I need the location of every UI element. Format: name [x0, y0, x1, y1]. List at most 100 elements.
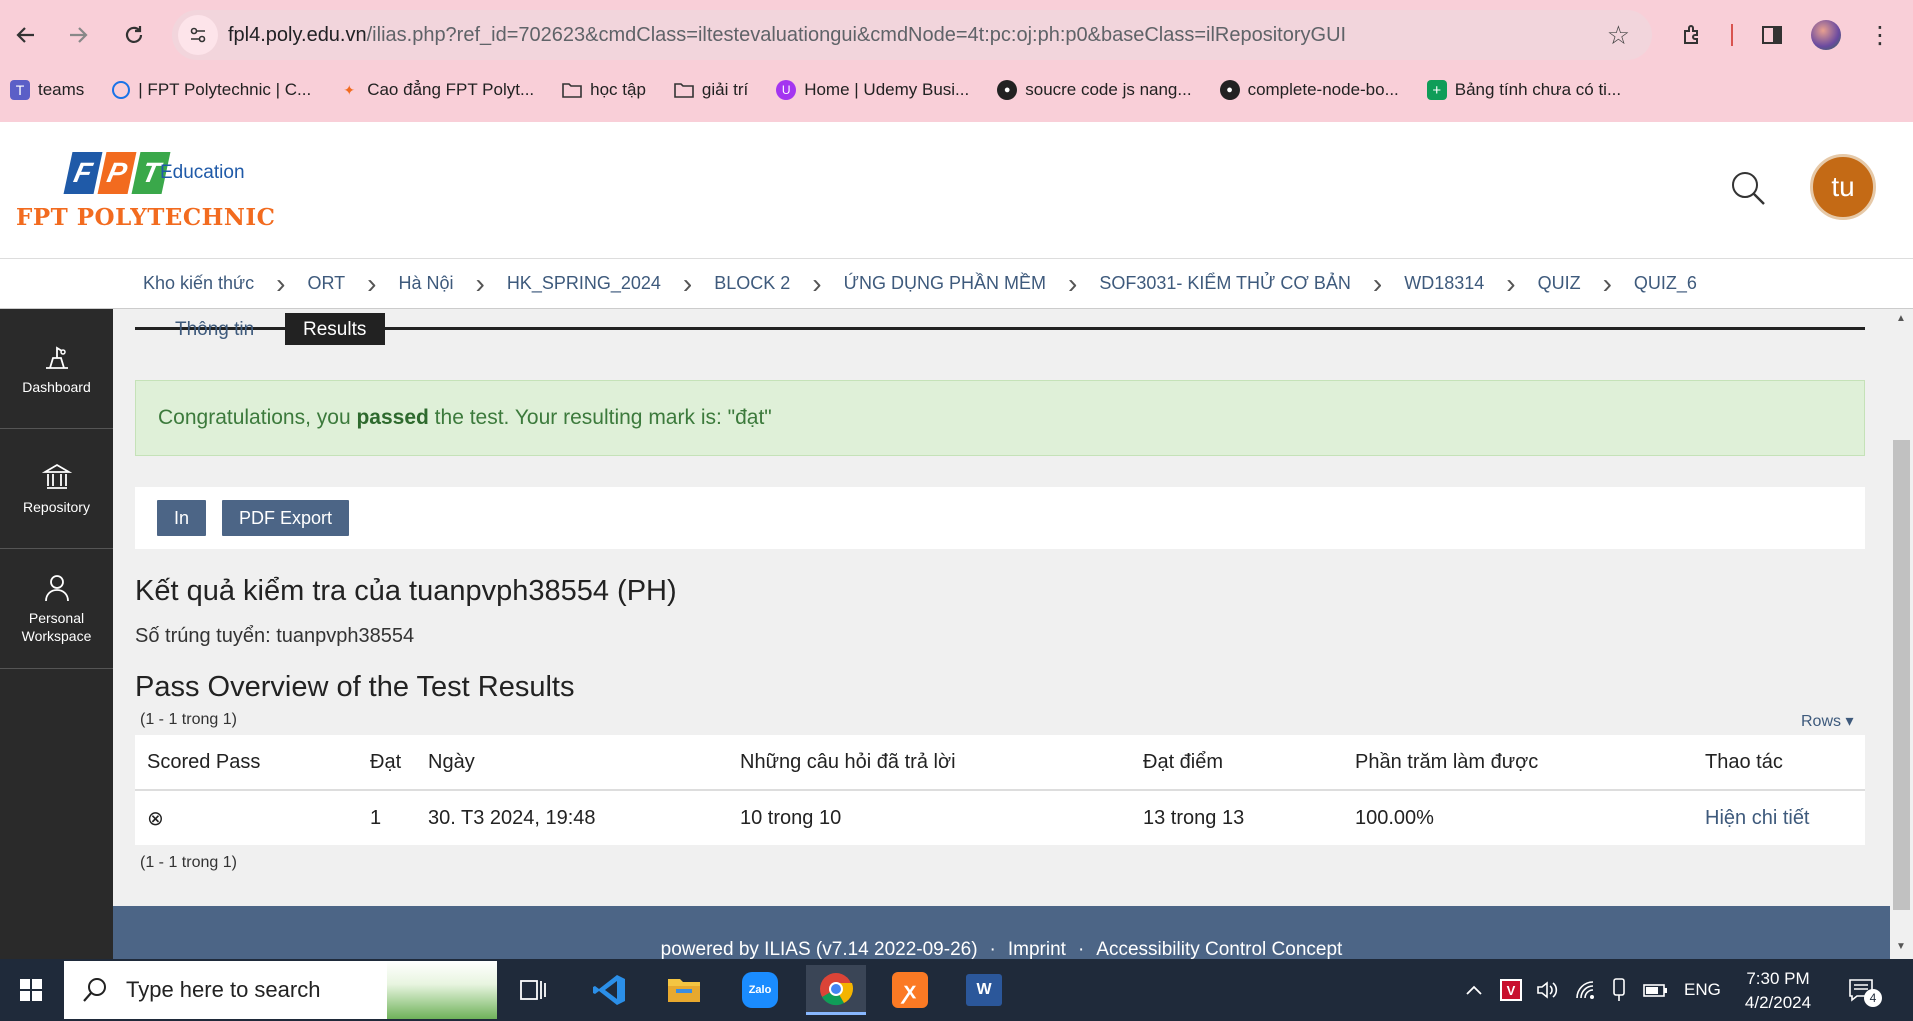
breadcrumb-chevron-icon: ›	[1602, 267, 1612, 299]
bookmark-folder-hoc-tap[interactable]: học tập	[562, 80, 646, 100]
show-details-link[interactable]: Hiện chi tiết	[1705, 791, 1810, 845]
tab-results[interactable]: Results	[285, 313, 385, 345]
language-indicator[interactable]: ENG	[1684, 959, 1721, 1021]
breadcrumb-item[interactable]: Hà Nội	[398, 273, 453, 294]
taskbar-search-placeholder: Type here to search	[126, 977, 321, 1002]
bookmark-folder-giai-tri[interactable]: giải trí	[674, 80, 748, 100]
xampp-icon[interactable]: ꭗ	[880, 965, 940, 1015]
breadcrumb-item[interactable]: HK_SPRING_2024	[507, 273, 661, 294]
bookmark-fpt-polytechnic[interactable]: | FPT Polytechnic | C...	[112, 80, 311, 100]
success-alert: Congratulations, you passed the test. Yo…	[135, 380, 1865, 456]
breadcrumb-item[interactable]: SOF3031- KIỂM THỬ CƠ BẢN	[1099, 273, 1351, 294]
start-button[interactable]	[0, 959, 62, 1021]
wifi-icon[interactable]	[1575, 959, 1597, 1021]
back-button[interactable]	[6, 15, 46, 55]
breadcrumb-item[interactable]: Kho kiến thức	[143, 273, 254, 294]
scroll-down-icon[interactable]: ▼	[1896, 941, 1906, 952]
profile-icon[interactable]	[1806, 15, 1846, 55]
reload-button[interactable]	[114, 15, 154, 55]
task-view-icon[interactable]	[503, 965, 563, 1015]
extensions-icon[interactable]	[1672, 15, 1712, 55]
word-icon[interactable]: W	[954, 965, 1014, 1015]
taskbar-clock[interactable]: 7:30 PM 4/2/2024	[1728, 967, 1828, 1015]
side-panel-icon[interactable]	[1752, 15, 1792, 55]
search-icon[interactable]	[1728, 168, 1768, 208]
sheets-icon: +	[1426, 80, 1447, 100]
footer-powered[interactable]: powered by ILIAS (v7.14 2022-09-26)	[661, 939, 978, 959]
back-arrow-icon	[16, 27, 34, 43]
site-header: F P T Education FPT POLYTECHNIC	[0, 122, 1913, 259]
print-button[interactable]: In	[157, 500, 207, 536]
cell-answered: 10 trong 10	[740, 806, 842, 829]
sidebar-item-repository[interactable]: Repository	[0, 429, 113, 549]
clock-time: 7:30 PM	[1746, 969, 1810, 988]
user-avatar[interactable]: tu	[1810, 154, 1876, 220]
notifications-icon[interactable]: 4	[1848, 959, 1882, 1021]
reload-icon	[125, 26, 143, 43]
dashboard-icon	[45, 345, 68, 369]
vscode-icon[interactable]	[580, 965, 640, 1015]
breadcrumb-item[interactable]: ORT	[307, 273, 345, 294]
site-info-icon[interactable]	[178, 15, 218, 55]
url-text[interactable]: fpl4.poly.edu.vn/ilias.php?ref_id=702623…	[228, 24, 1346, 47]
sidebar-item-dashboard[interactable]: Dashboard	[0, 309, 113, 429]
footer-separator: ·	[1077, 939, 1085, 959]
antivirus-icon[interactable]: V	[1500, 959, 1522, 1021]
bookmark-sheets[interactable]: + Bảng tính chưa có ti...	[1426, 80, 1621, 100]
file-explorer-icon[interactable]	[654, 965, 714, 1015]
fpt-logo[interactable]: F P T Education FPT POLYTECHNIC	[16, 146, 296, 241]
sidebar-item-label: Personal Workspace	[21, 609, 92, 644]
page-footer: powered by ILIAS (v7.14 2022-09-26) · Im…	[113, 906, 1890, 959]
bookmark-star-icon[interactable]: ☆	[1607, 20, 1630, 51]
taskbar-search-box[interactable]: Type here to search	[64, 961, 497, 1019]
breadcrumb-item[interactable]: QUIZ_6	[1634, 273, 1697, 294]
footer-imprint-link[interactable]: Imprint	[1008, 939, 1066, 959]
bookmark-label: học tập	[590, 80, 646, 99]
bookmark-label: Home | Udemy Busi...	[804, 80, 970, 99]
tabs-bar: Thông tin Results	[135, 313, 1865, 345]
pdf-export-button[interactable]: PDF Export	[222, 500, 350, 536]
sidebar-item-label: Repository	[23, 498, 90, 515]
bookmark-label: giải trí	[701, 80, 749, 99]
sidebar-item-personal-workspace[interactable]: Personal Workspace	[0, 549, 113, 669]
omnibox[interactable]: fpl4.poly.edu.vn/ilias.php?ref_id=702623…	[172, 10, 1652, 60]
clock-date: 4/2/2024	[1744, 993, 1812, 1012]
menu-kebab-icon[interactable]: ⋮	[1860, 15, 1900, 55]
footer-accessibility-link[interactable]: Accessibility Control Concept	[1096, 939, 1342, 959]
bookmark-github-1[interactable]: ● soucre code js nang...	[997, 80, 1192, 100]
forward-button[interactable]	[58, 15, 98, 55]
table-header: Scored Pass Đạt Ngày Những câu hỏi đã tr…	[135, 735, 1865, 791]
battery-icon[interactable]	[1643, 959, 1669, 1021]
breadcrumb-item[interactable]: BLOCK 2	[714, 273, 790, 294]
bookmark-label: complete-node-bo...	[1247, 80, 1399, 99]
rows-dropdown[interactable]: Rows ▾	[1801, 711, 1853, 731]
breadcrumb-item[interactable]: ỨNG DỤNG PHẦN MỀM	[844, 273, 1046, 294]
volume-icon[interactable]	[1536, 959, 1558, 1021]
zalo-icon[interactable]: Zalo	[730, 965, 790, 1015]
tray-overflow-icon[interactable]	[1466, 959, 1482, 1021]
repository-icon	[41, 463, 72, 489]
device-icon[interactable]	[1612, 959, 1626, 1021]
breadcrumb-chevron-icon: ›	[812, 267, 822, 299]
breadcrumb-chevron-icon: ›	[1372, 267, 1383, 299]
bookmark-cao-dang[interactable]: ✦ Cao đẳng FPT Polyt...	[339, 80, 534, 100]
col-score: Đạt điểm	[1143, 750, 1224, 773]
footer-separator: ·	[989, 939, 996, 959]
person-icon	[44, 574, 69, 601]
scroll-up-icon[interactable]: ▲	[1896, 313, 1906, 324]
scroll-thumb[interactable]	[1893, 440, 1910, 910]
page-scrollbar[interactable]: ▲ ▼	[1890, 309, 1913, 959]
col-dat: Đạt	[370, 750, 402, 773]
breadcrumb-item[interactable]: WD18314	[1404, 273, 1484, 294]
breadcrumb-item[interactable]: QUIZ	[1538, 273, 1581, 294]
udemy-icon: U	[776, 80, 797, 100]
teams-icon: T	[10, 80, 30, 100]
bookmark-udemy[interactable]: U Home | Udemy Busi...	[776, 80, 969, 100]
logo-letter-f: F	[63, 152, 103, 194]
bookmark-teams[interactable]: Tteams	[10, 80, 84, 100]
bookmark-label: | FPT Polytechnic | C...	[138, 80, 312, 99]
bookmark-github-2[interactable]: ● complete-node-bo...	[1219, 80, 1399, 100]
logo-polytechnic-text: FPT POLYTECHNIC	[16, 204, 276, 231]
tab-info[interactable]: Thông tin	[157, 313, 272, 345]
chrome-icon[interactable]	[806, 965, 866, 1015]
